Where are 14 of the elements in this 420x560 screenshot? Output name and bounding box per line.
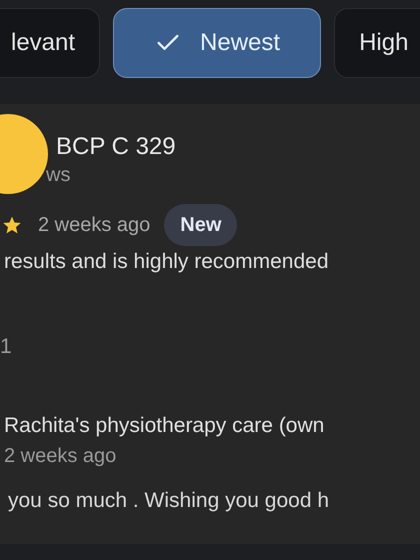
reply-text: you so much . Wishing you good h <box>8 488 330 514</box>
star-icon <box>2 215 22 235</box>
avatar-icon <box>0 112 48 196</box>
like-count: 1 <box>0 334 13 360</box>
review-count: ws <box>46 163 72 188</box>
reviewer-name[interactable]: BCP C 329 <box>56 132 176 162</box>
sort-chip[interactable]: High <box>334 8 420 78</box>
owner-name: Rachita's physiotherapy care (own <box>4 412 326 438</box>
reply-time: 2 weeks ago <box>4 444 118 469</box>
review-text: results and is highly recommended <box>4 249 330 275</box>
sort-chip[interactable]: Newest <box>113 8 322 78</box>
new-badge: New <box>164 204 238 246</box>
sort-chip[interactable]: levant <box>0 8 100 78</box>
review-time: 2 weeks ago <box>38 213 150 238</box>
